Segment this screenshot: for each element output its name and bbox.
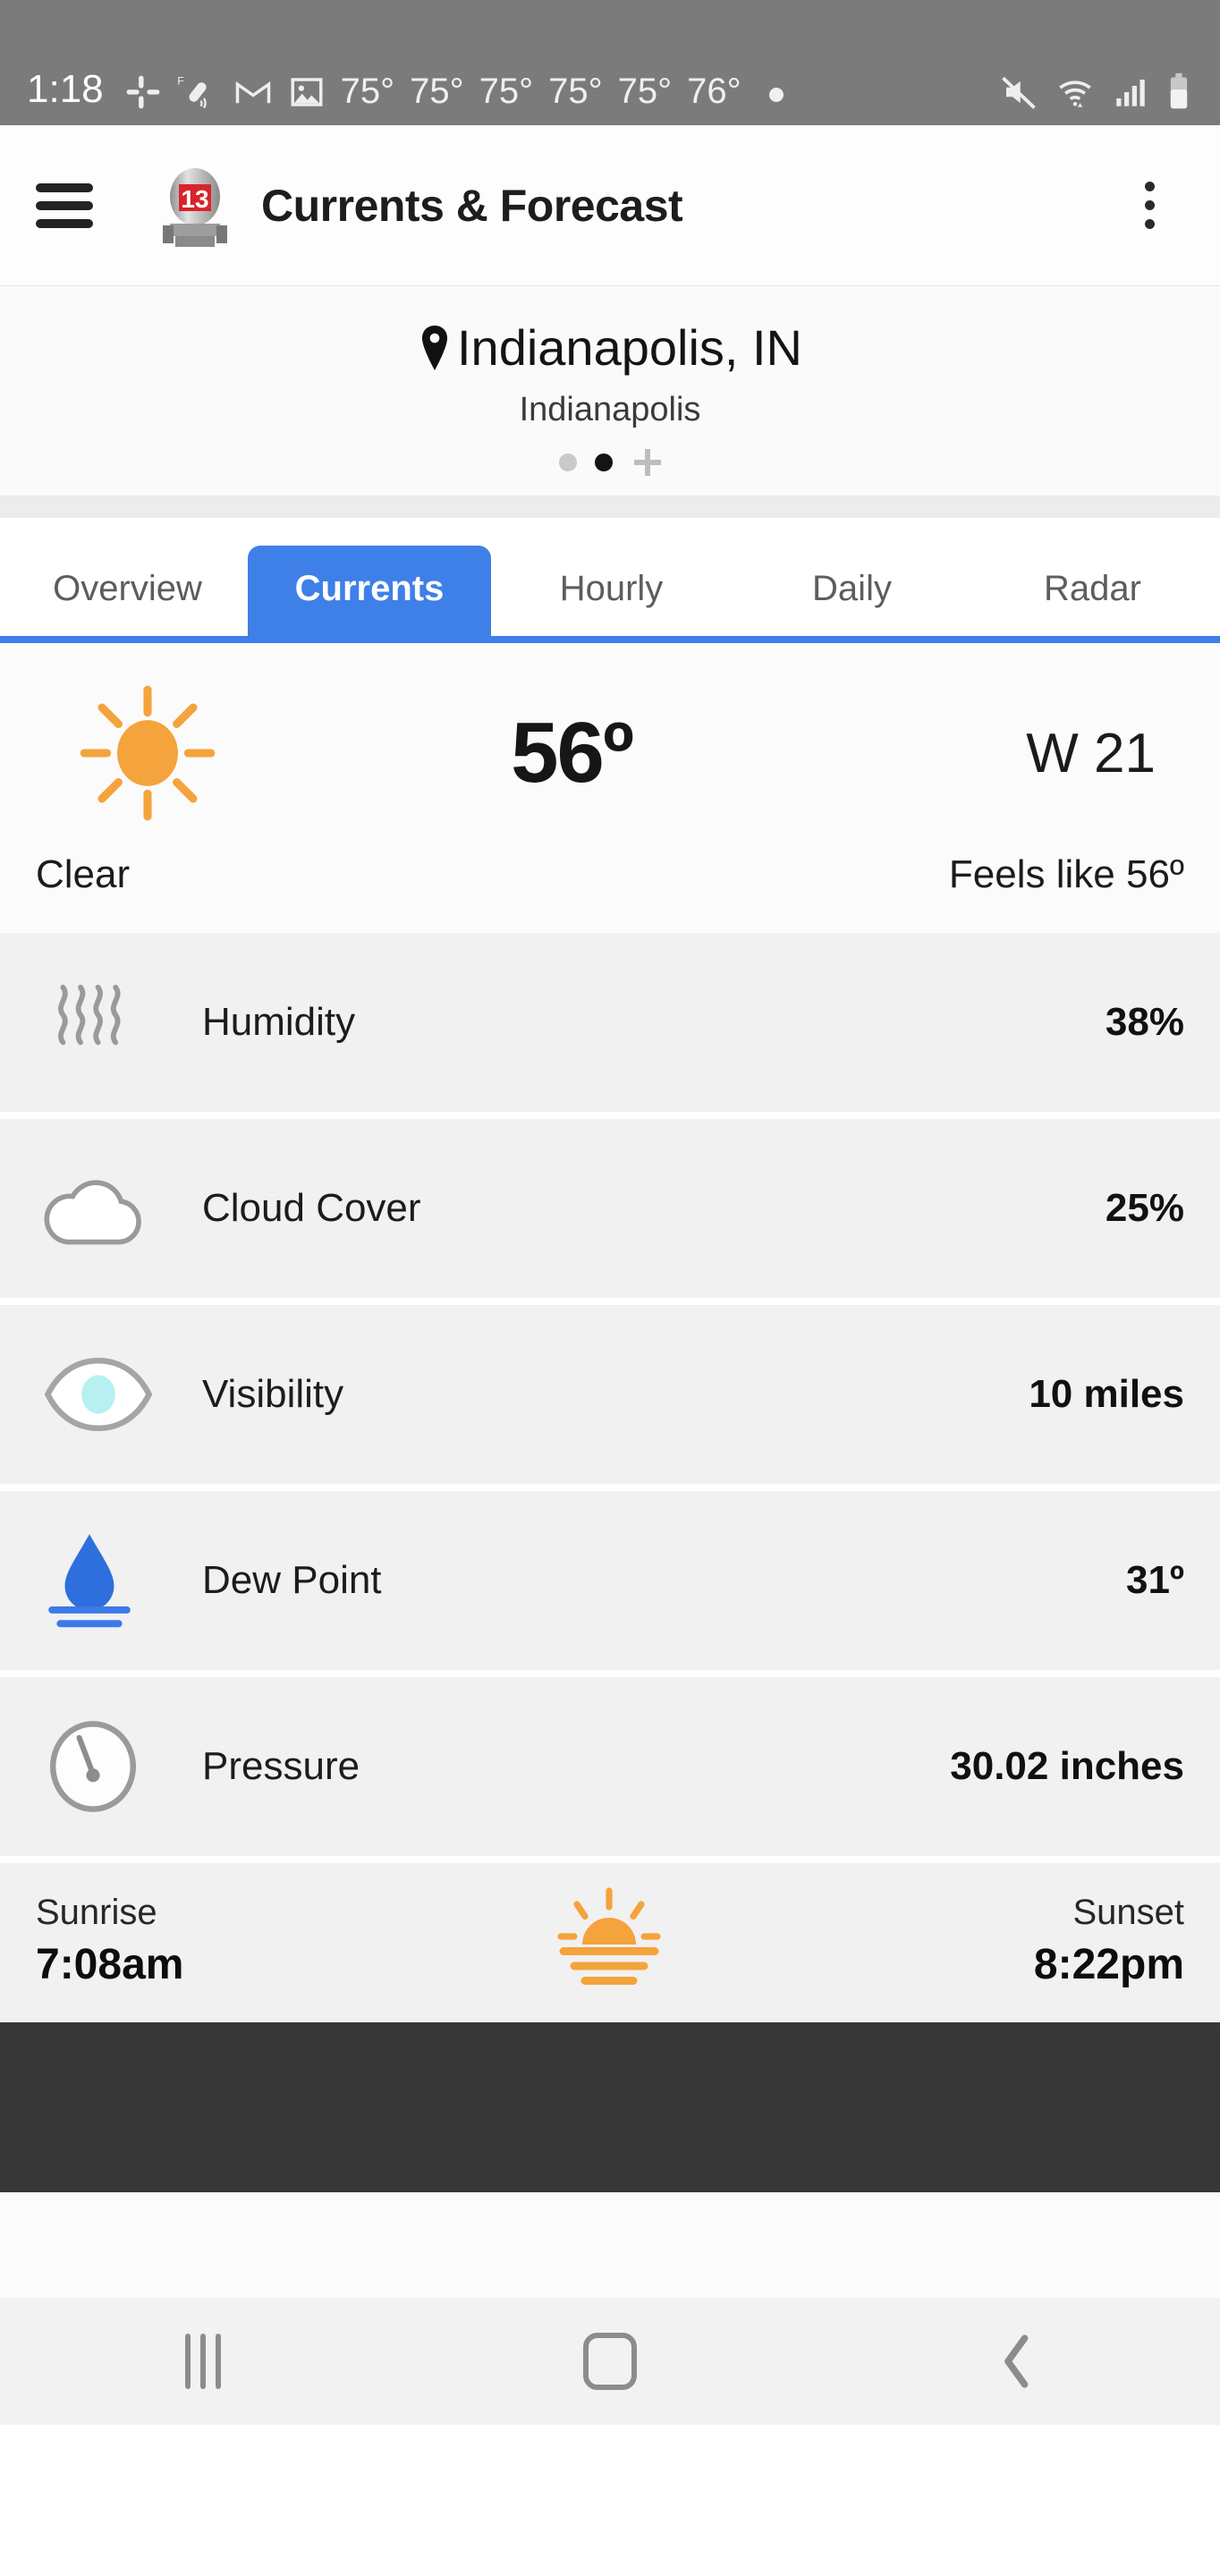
ad-banner[interactable] (0, 2022, 1220, 2192)
status-temp-0: 75° (340, 72, 395, 111)
table-row[interactable]: Visibility 10 miles (0, 1305, 1220, 1484)
system-nav-bar (0, 2298, 1220, 2425)
row-label: Visibility (202, 1372, 344, 1416)
app-bar: 13 Currents & Forecast (0, 125, 1220, 286)
current-feels-like: Feels like 56º (948, 852, 1184, 896)
pager-dot-2[interactable] (595, 453, 613, 471)
gauge-icon (36, 1716, 197, 1817)
tab-overview[interactable]: Overview (7, 546, 248, 636)
recents-bar (200, 2334, 207, 2389)
table-row[interactable]: Humidity 38% (0, 933, 1220, 1112)
photo-icon (291, 78, 323, 106)
location-subtitle: Indianapolis (519, 391, 701, 428)
row-label: Pressure (202, 1744, 360, 1788)
current-secondary-row: Clear Feels like 56º (0, 829, 1220, 933)
tab-bar: Overview Currents Hourly Daily Radar (0, 518, 1220, 643)
recents-bar (216, 2334, 222, 2389)
mute-icon (1002, 76, 1036, 109)
sunrise-sunset-row: Sunrise 7:08am Sunset 8:22pm (0, 1863, 1220, 2022)
slack-icon (126, 75, 160, 109)
hamburger-line (36, 200, 93, 210)
row-label: Dew Point (202, 1558, 382, 1602)
hamburger-line (36, 182, 93, 192)
overflow-dot (1144, 219, 1155, 229)
sunrise-label: Sunrise (36, 1893, 157, 1932)
status-bar: 1:18 F 75° 75° 75° 75° 75° 76° (0, 0, 1220, 125)
sensor-cast-icon: F (177, 74, 207, 109)
section-divider (0, 496, 1220, 518)
tab-radar[interactable]: Radar (972, 546, 1213, 636)
location-name-row[interactable]: Indianapolis, IN (0, 318, 1220, 377)
tab-daily[interactable]: Daily (732, 546, 972, 636)
recents-icon[interactable] (114, 2334, 292, 2389)
row-value: 10 miles (1029, 1372, 1184, 1416)
current-temperature: 56º (511, 705, 634, 801)
current-conditions-panel: 56º W 21 Clear Feels like 56º (0, 643, 1220, 933)
status-bar-left: 1:18 F 75° 75° 75° 75° 75° 76° (27, 68, 796, 111)
overflow-menu-icon[interactable] (1122, 182, 1184, 229)
status-temp-3: 75° (548, 72, 603, 111)
sunrise-sunset-icon (546, 1885, 672, 1997)
current-wind: W 21 (1026, 722, 1156, 784)
battery-icon (1170, 72, 1188, 109)
table-row[interactable]: Pressure 30.02 inches (0, 1677, 1220, 1856)
sunrise-time: 7:08am (36, 1941, 184, 1988)
sunrise-block: Sunrise 7:08am (36, 1893, 183, 1989)
humidity-waves-icon (36, 972, 197, 1072)
back-icon[interactable] (928, 2330, 1106, 2393)
current-primary-row: 56º W 21 (0, 677, 1220, 829)
channel-13-logo: 13 (152, 163, 238, 249)
detail-rows: Humidity 38% Cloud Cover 25% Visibility … (0, 933, 1220, 1856)
gmail-icon (235, 80, 270, 104)
svg-text:13: 13 (181, 185, 208, 213)
home-icon[interactable] (521, 2333, 699, 2390)
status-temp-2: 75° (479, 72, 534, 111)
recents-bar (185, 2334, 191, 2389)
status-temp-4: 75° (617, 72, 673, 111)
tab-hourly[interactable]: Hourly (491, 546, 732, 636)
row-value: 30.02 inches (950, 1744, 1184, 1788)
location-pager (0, 449, 1220, 476)
overflow-dot (1144, 182, 1155, 191)
cloud-icon (36, 1161, 197, 1256)
sunset-block: Sunset 8:22pm (1034, 1893, 1184, 1989)
location-pin-icon (421, 325, 448, 370)
overflow-dot (1144, 200, 1155, 210)
sun-icon (36, 677, 259, 829)
wifi-icon (1059, 80, 1091, 107)
row-label: Cloud Cover (202, 1186, 421, 1230)
sunset-time: 8:22pm (1033, 1941, 1184, 1988)
page-title: Currents & Forecast (261, 180, 683, 231)
tab-currents[interactable]: Currents (248, 546, 491, 636)
eye-icon (36, 1353, 197, 1436)
signal-icon (1116, 80, 1145, 106)
table-row[interactable]: Dew Point 31º (0, 1491, 1220, 1670)
svg-text:F: F (177, 74, 183, 87)
location-header: Indianapolis, IN Indianapolis (0, 286, 1220, 496)
table-row[interactable]: Cloud Cover 25% (0, 1119, 1220, 1298)
water-drop-icon (36, 1529, 197, 1632)
location-name: Indianapolis, IN (456, 319, 802, 376)
row-value: 25% (1105, 1186, 1184, 1230)
row-label: Humidity (202, 1000, 356, 1044)
sunset-label: Sunset (1072, 1893, 1184, 1932)
status-bar-right (999, 72, 1193, 111)
pager-dot-1[interactable] (559, 453, 577, 471)
status-temp-5: 76° (687, 72, 741, 111)
current-condition: Clear (36, 852, 131, 896)
row-value: 31º (1125, 1558, 1184, 1602)
row-value: 38% (1105, 1000, 1184, 1044)
status-clock: 1:18 (27, 67, 104, 111)
status-temp-1: 75° (410, 72, 464, 111)
hamburger-line (36, 218, 93, 228)
status-more-dot-icon (768, 88, 784, 102)
content-spacer (0, 2192, 1220, 2298)
hamburger-icon[interactable] (36, 174, 93, 237)
add-location-icon[interactable] (634, 449, 661, 476)
